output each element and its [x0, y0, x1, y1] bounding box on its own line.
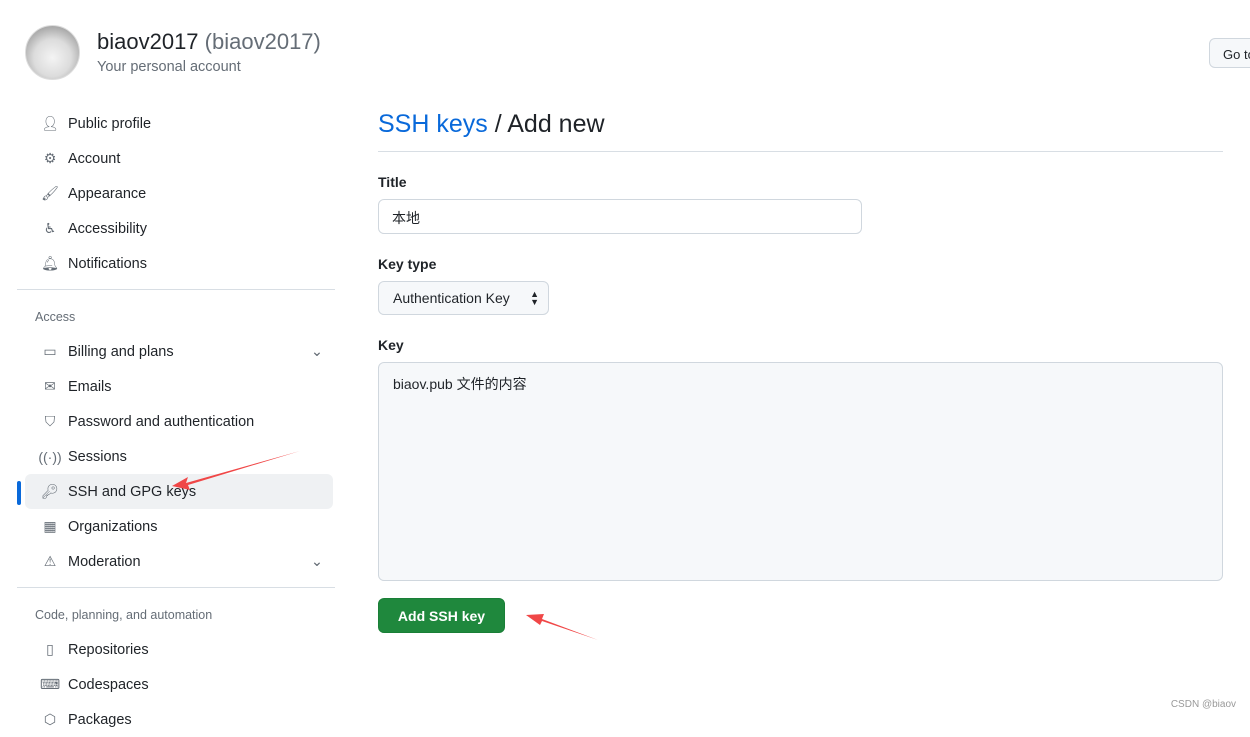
- arrow-to-add-button: [526, 614, 598, 640]
- arrow-to-ssh-keys: [172, 451, 300, 490]
- watermark: CSDN @biaov: [1171, 699, 1236, 710]
- annotation-arrows: [0, 0, 1250, 718]
